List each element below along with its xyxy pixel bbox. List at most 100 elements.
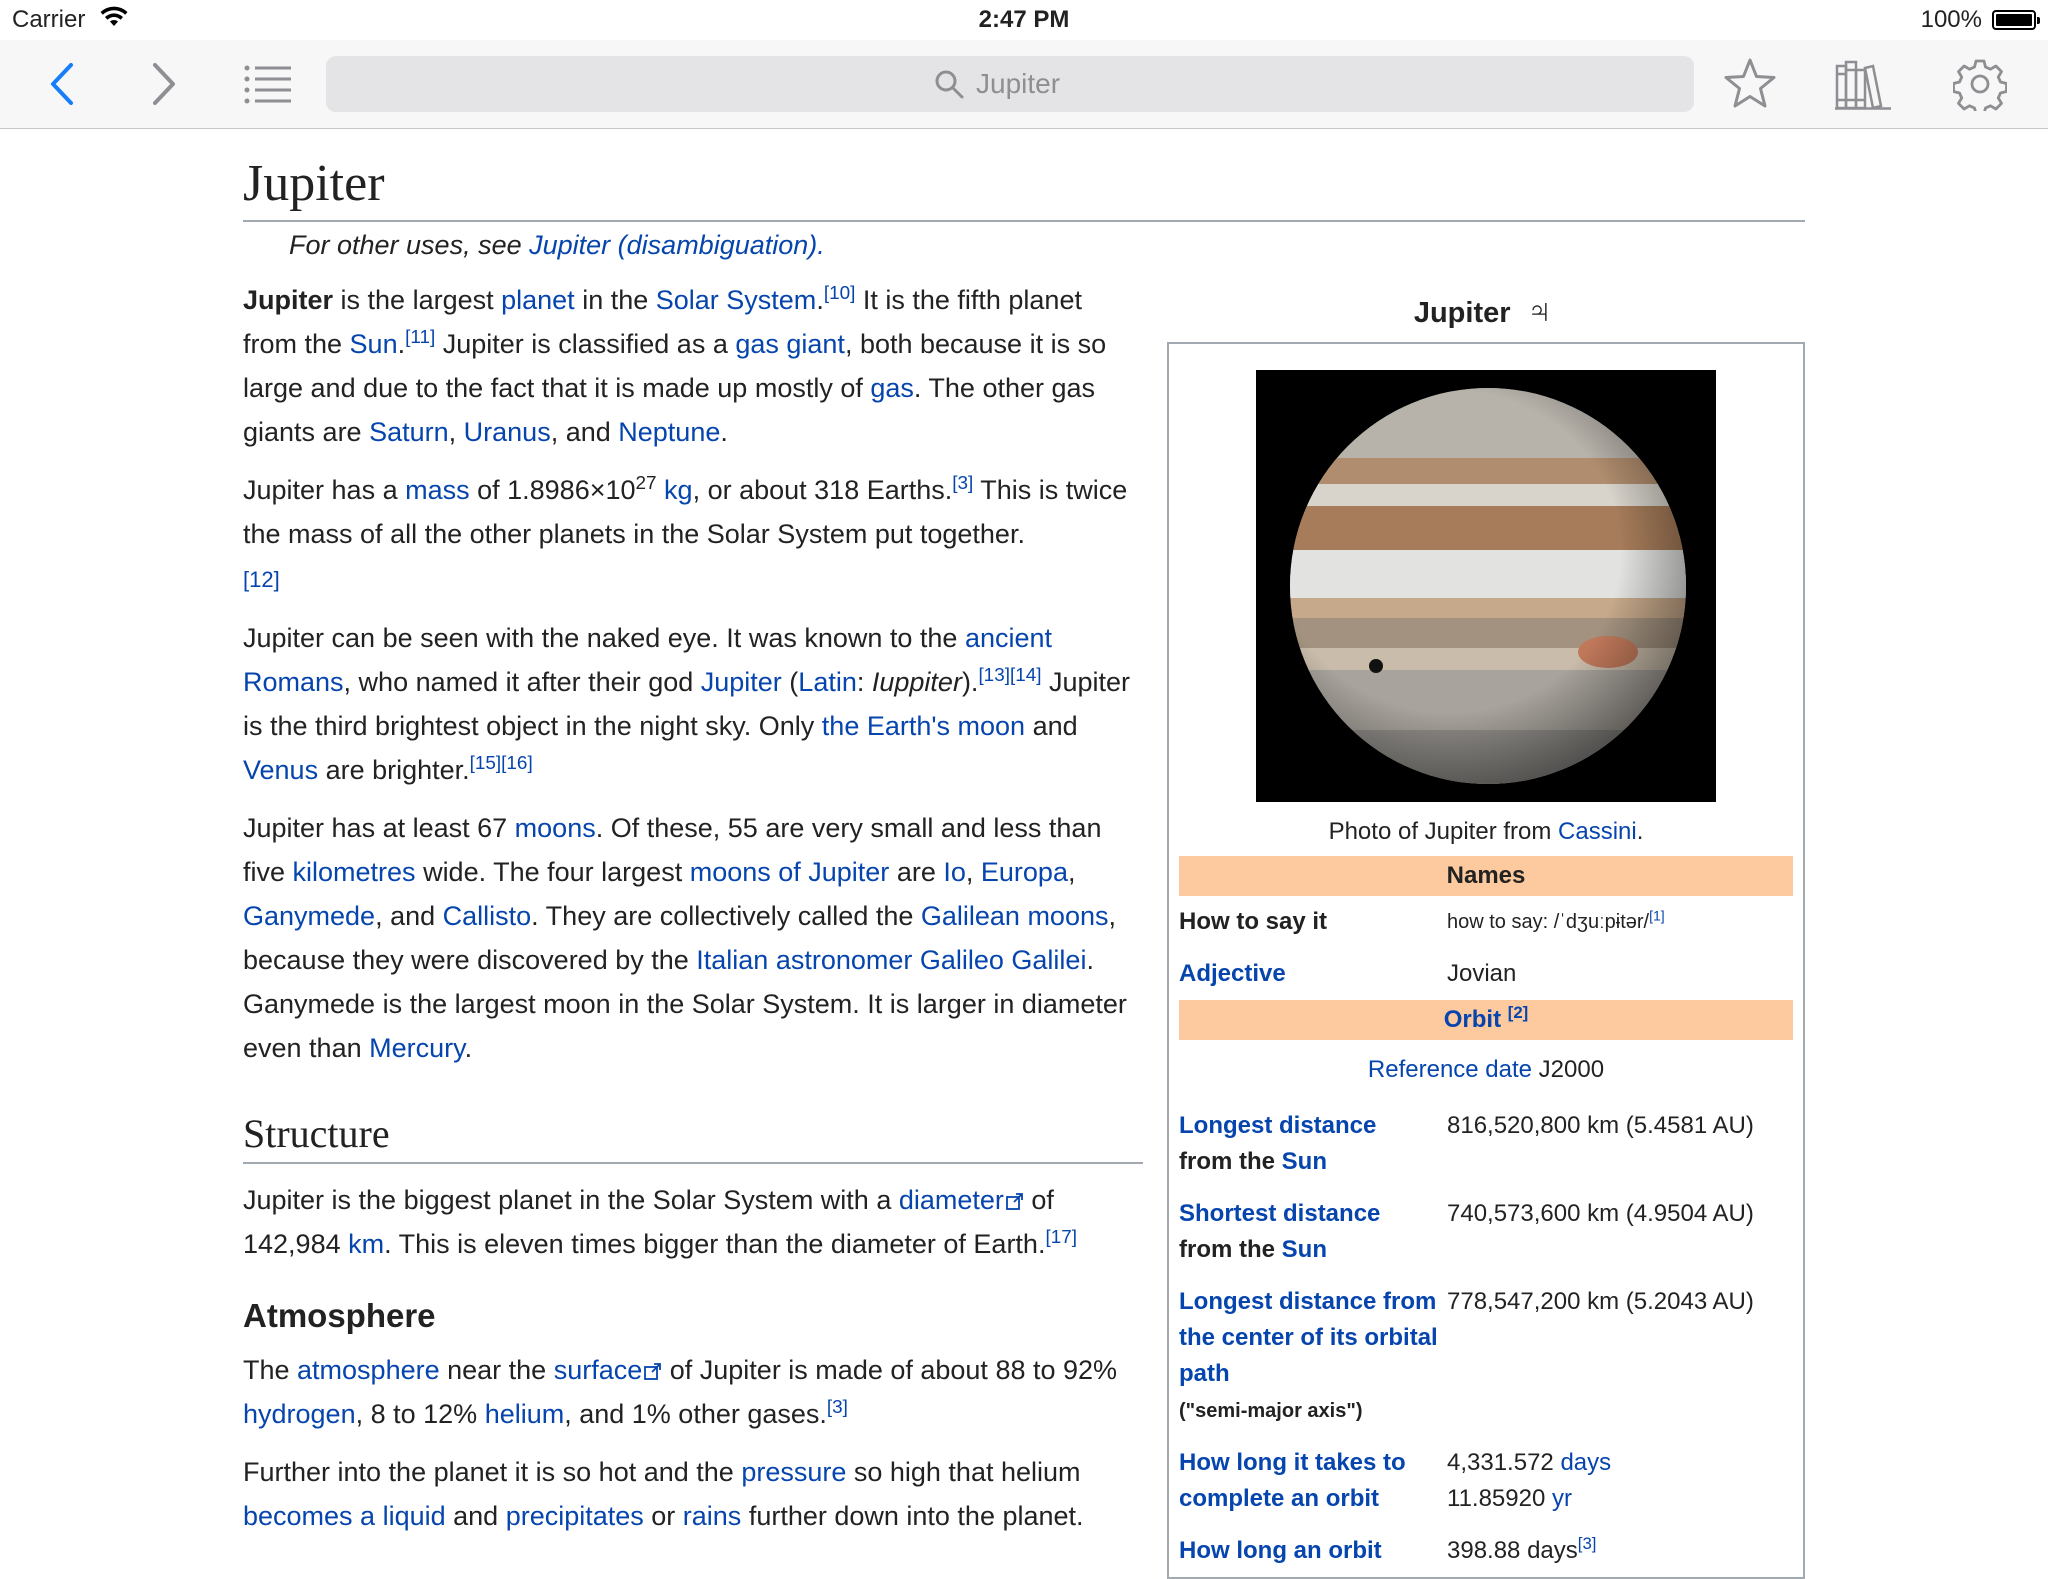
link-gas-giant[interactable]: gas giant	[735, 329, 845, 359]
infobox-row-semi-major-axis: Longest distance from the center of its …	[1179, 1288, 1754, 1422]
battery-icon	[1992, 10, 2040, 30]
infobox-row-perihelion: Shortest distance from the Sun 740,573,60…	[1179, 1200, 1754, 1263]
chevron-right-icon	[153, 63, 175, 105]
link-kg[interactable]: kg	[664, 475, 693, 505]
photo-caption: Photo of Jupiter from Cassini.	[1328, 818, 1644, 845]
link-atmosphere[interactable]: atmosphere	[297, 1355, 440, 1385]
paragraph-structure: Jupiter is the biggest planet in the Sol…	[243, 1185, 1077, 1259]
list-icon	[244, 65, 291, 104]
citation-link[interactable]: [12]	[243, 567, 280, 592]
infobox-row-synodic-period: How long an orbit 398.88 days[3]	[1179, 1534, 1597, 1564]
citation-link[interactable]: [3]	[1578, 1534, 1597, 1553]
infobox-row-adjective: Adjective Jovian	[1179, 960, 1517, 987]
link-sun[interactable]: Sun	[350, 329, 398, 359]
link-semi-major-axis[interactable]: Longest distance from the center of its …	[1179, 1288, 1438, 1387]
paragraph-atmosphere: The atmosphere near the surface of Jupit…	[243, 1354, 1118, 1429]
link-synodic-period[interactable]: How long an orbit	[1179, 1537, 1382, 1564]
disambiguation-link[interactable]: Jupiter (disambiguation).	[529, 230, 825, 260]
citation-link[interactable]: [1]	[1649, 907, 1665, 923]
status-bar: Carrier 2:47 PM 100%	[0, 0, 2048, 40]
link-uranus[interactable]: Uranus	[464, 417, 551, 447]
link-reference-date[interactable]: Reference date	[1368, 1056, 1532, 1083]
link-neptune[interactable]: Neptune	[618, 417, 720, 447]
link-kilometres[interactable]: kilometres	[293, 857, 416, 887]
citation-link[interactable]: [15][16]	[470, 753, 533, 774]
table-of-contents-button[interactable]	[238, 54, 298, 114]
search-input[interactable]	[976, 68, 1086, 100]
paragraph-pressure: Further into the planet it is so hot and…	[243, 1456, 1084, 1531]
link-galileo[interactable]: Italian astronomer Galileo Galilei	[696, 945, 1086, 975]
link-mass[interactable]: mass	[405, 475, 470, 505]
link-yr[interactable]: yr	[1552, 1485, 1572, 1512]
link-venus[interactable]: Venus	[243, 755, 318, 785]
link-surface[interactable]: surface	[554, 1355, 663, 1385]
settings-button[interactable]	[1950, 54, 2010, 114]
toolbar	[0, 40, 2048, 129]
citation-link[interactable]: [11]	[405, 327, 435, 348]
link-jupiter-god[interactable]: Jupiter	[701, 667, 782, 697]
link-becomes-a-liquid[interactable]: becomes a liquid	[243, 1501, 446, 1531]
link-pressure[interactable]: pressure	[741, 1457, 846, 1487]
link-ganymede[interactable]: Ganymede	[243, 901, 375, 931]
link-cassini[interactable]: Cassini	[1558, 818, 1637, 845]
infobox-header-names: Names	[1179, 856, 1793, 896]
link-europa[interactable]: Europa	[981, 857, 1068, 887]
link-helium[interactable]: helium	[485, 1399, 565, 1429]
section-heading-atmosphere: Atmosphere	[243, 1297, 436, 1334]
infobox-header-orbit: Orbit [2]	[1179, 1000, 1793, 1040]
citation-link[interactable]: [3]	[827, 1397, 848, 1418]
paragraph-intro: Jupiter is the largest planet in the Sol…	[243, 283, 1107, 447]
jupiter-photo[interactable]	[1256, 370, 1716, 802]
infobox: Photo of Jupiter from Cassini. Names How…	[1167, 342, 1805, 1579]
link-adjective[interactable]: Adjective	[1179, 960, 1286, 987]
link-saturn[interactable]: Saturn	[369, 417, 449, 447]
back-button[interactable]	[32, 54, 92, 114]
link-rains[interactable]: rains	[683, 1501, 742, 1531]
link-hydrogen[interactable]: hydrogen	[243, 1399, 356, 1429]
jupiter-symbol-icon: ♃	[1526, 292, 1553, 330]
external-link-icon	[1006, 1193, 1023, 1210]
citation-link[interactable]: [10]	[824, 283, 856, 304]
link-orbit[interactable]: Orbit	[1444, 1006, 1501, 1033]
clock: 2:47 PM	[978, 6, 1070, 33]
search-icon	[935, 70, 964, 99]
article-body: Jupiter is the largest planet in the Sol…	[243, 278, 1143, 1552]
link-orbital-period[interactable]: How long it takes to complete an orbit	[1179, 1449, 1406, 1512]
link-latin[interactable]: Latin	[798, 667, 857, 697]
citation-link[interactable]: [13][14]	[978, 665, 1041, 686]
link-galilean-moons[interactable]: Galilean moons	[921, 901, 1109, 931]
link-callisto[interactable]: Callisto	[443, 901, 532, 931]
infobox-title: Jupiter ♃	[1413, 292, 1553, 330]
forward-button[interactable]	[134, 54, 194, 114]
search-bar[interactable]	[326, 56, 1694, 112]
link-io[interactable]: Io	[943, 857, 966, 887]
library-button[interactable]	[1834, 54, 1894, 114]
link-km[interactable]: km	[348, 1229, 384, 1259]
link-mercury[interactable]: Mercury	[369, 1033, 465, 1063]
link-solar-system[interactable]: Solar System	[656, 285, 817, 315]
citation-link[interactable]: [17]	[1045, 1227, 1077, 1248]
citation-link[interactable]: [3]	[952, 473, 973, 494]
link-gas[interactable]: gas	[870, 373, 914, 403]
article: Jupiter For other uses, see Jupiter (dis…	[243, 128, 1805, 1579]
link-sun[interactable]: Sun	[1282, 1236, 1327, 1263]
battery-percent: 100%	[1920, 6, 1982, 33]
section-heading-structure: Structure	[243, 1110, 1143, 1164]
link-earths-moon[interactable]: the Earth's moon	[822, 711, 1025, 741]
link-moons[interactable]: moons	[515, 813, 596, 843]
citation-link[interactable]: [2]	[1508, 1003, 1529, 1022]
link-precipitates[interactable]: precipitates	[506, 1501, 644, 1531]
link-moons-of-jupiter[interactable]: moons of Jupiter	[690, 857, 890, 887]
link-days[interactable]: days	[1560, 1449, 1611, 1476]
link-diameter[interactable]: diameter	[899, 1185, 1024, 1215]
paragraph-visibility: Jupiter can be seen with the naked eye. …	[243, 623, 1131, 785]
link-shortest-distance[interactable]: Shortest distance	[1179, 1200, 1380, 1227]
bookmark-button[interactable]	[1720, 54, 1780, 114]
link-sun[interactable]: Sun	[1282, 1148, 1327, 1175]
page-title: Jupiter	[243, 154, 1805, 222]
star-icon	[1724, 58, 1776, 108]
infobox-row-aphelion: Longest distance from the Sun 816,520,800…	[1179, 1112, 1754, 1175]
link-planet[interactable]: planet	[501, 285, 575, 315]
link-longest-distance[interactable]: Longest distance	[1179, 1112, 1376, 1139]
gear-icon	[1953, 59, 2007, 111]
